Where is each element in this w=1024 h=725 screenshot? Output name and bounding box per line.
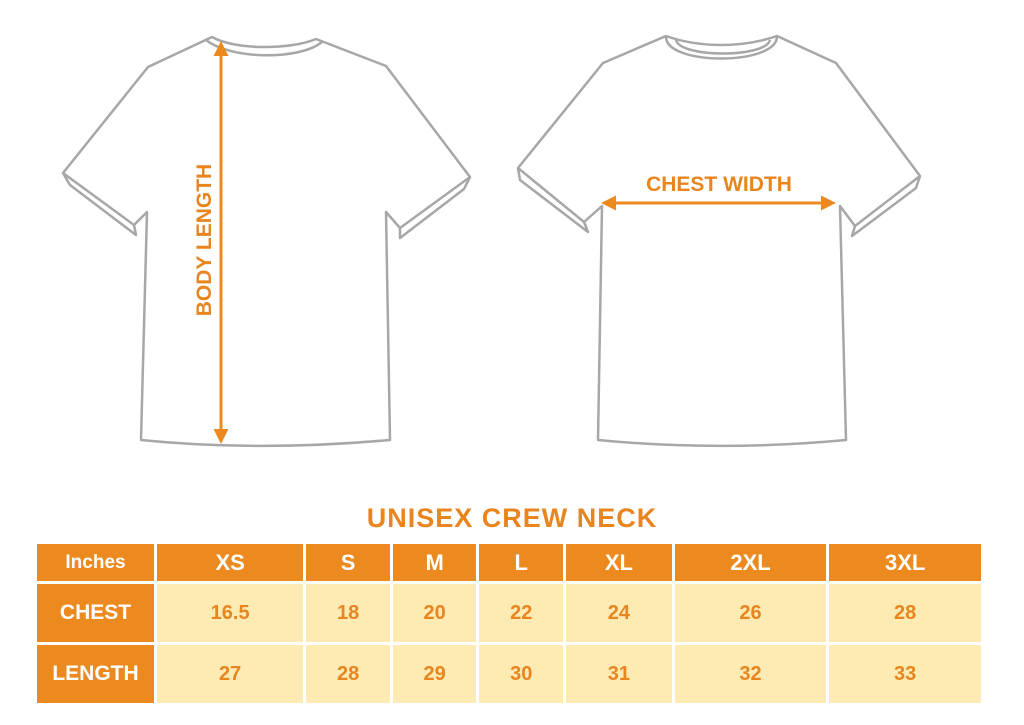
- tshirt-front-outline: [516, 34, 922, 448]
- chest-value: 20: [392, 584, 477, 642]
- chest-row: CHEST 16.5 18 20 22 24 26 28: [37, 584, 981, 642]
- length-value: 29: [392, 645, 477, 703]
- size-header-row: Inches XS S M L XL 2XL 3XL: [37, 544, 981, 581]
- body-length-label: BODY LENGTH: [193, 164, 216, 316]
- length-row: LENGTH 27 28 29 30 31 32 33: [37, 645, 981, 703]
- chest-row-label: CHEST: [37, 584, 154, 642]
- size-chart-table: Inches XS S M L XL 2XL 3XL CHEST 16.5 18…: [34, 541, 984, 706]
- chest-value: 28: [829, 584, 981, 642]
- chest-value: 16.5: [157, 584, 304, 642]
- length-value: 33: [829, 645, 981, 703]
- size-header-2xl: 2XL: [674, 544, 827, 581]
- length-row-label: LENGTH: [37, 645, 154, 703]
- chest-value: 22: [479, 584, 564, 642]
- chest-value: 24: [566, 584, 672, 642]
- length-value: 27: [157, 645, 304, 703]
- length-value: 30: [479, 645, 564, 703]
- size-header-m: M: [392, 544, 477, 581]
- chest-value: 26: [674, 584, 827, 642]
- length-value: 31: [566, 645, 672, 703]
- size-header-l: L: [479, 544, 564, 581]
- length-value: 28: [306, 645, 390, 703]
- tshirt-back-outline: [61, 35, 472, 448]
- size-header-s: S: [306, 544, 390, 581]
- size-header-3xl: 3XL: [829, 544, 981, 581]
- length-value: 32: [674, 645, 827, 703]
- unit-header: Inches: [37, 544, 154, 581]
- tshirt-diagrams: BODY LENGTH CHEST WIDTH: [61, 34, 922, 448]
- size-header-xl: XL: [566, 544, 672, 581]
- size-header-xs: XS: [157, 544, 304, 581]
- size-chart-title: UNISEX CREW NECK: [366, 503, 658, 533]
- chest-value: 18: [306, 584, 390, 642]
- chest-width-label: CHEST WIDTH: [646, 173, 792, 196]
